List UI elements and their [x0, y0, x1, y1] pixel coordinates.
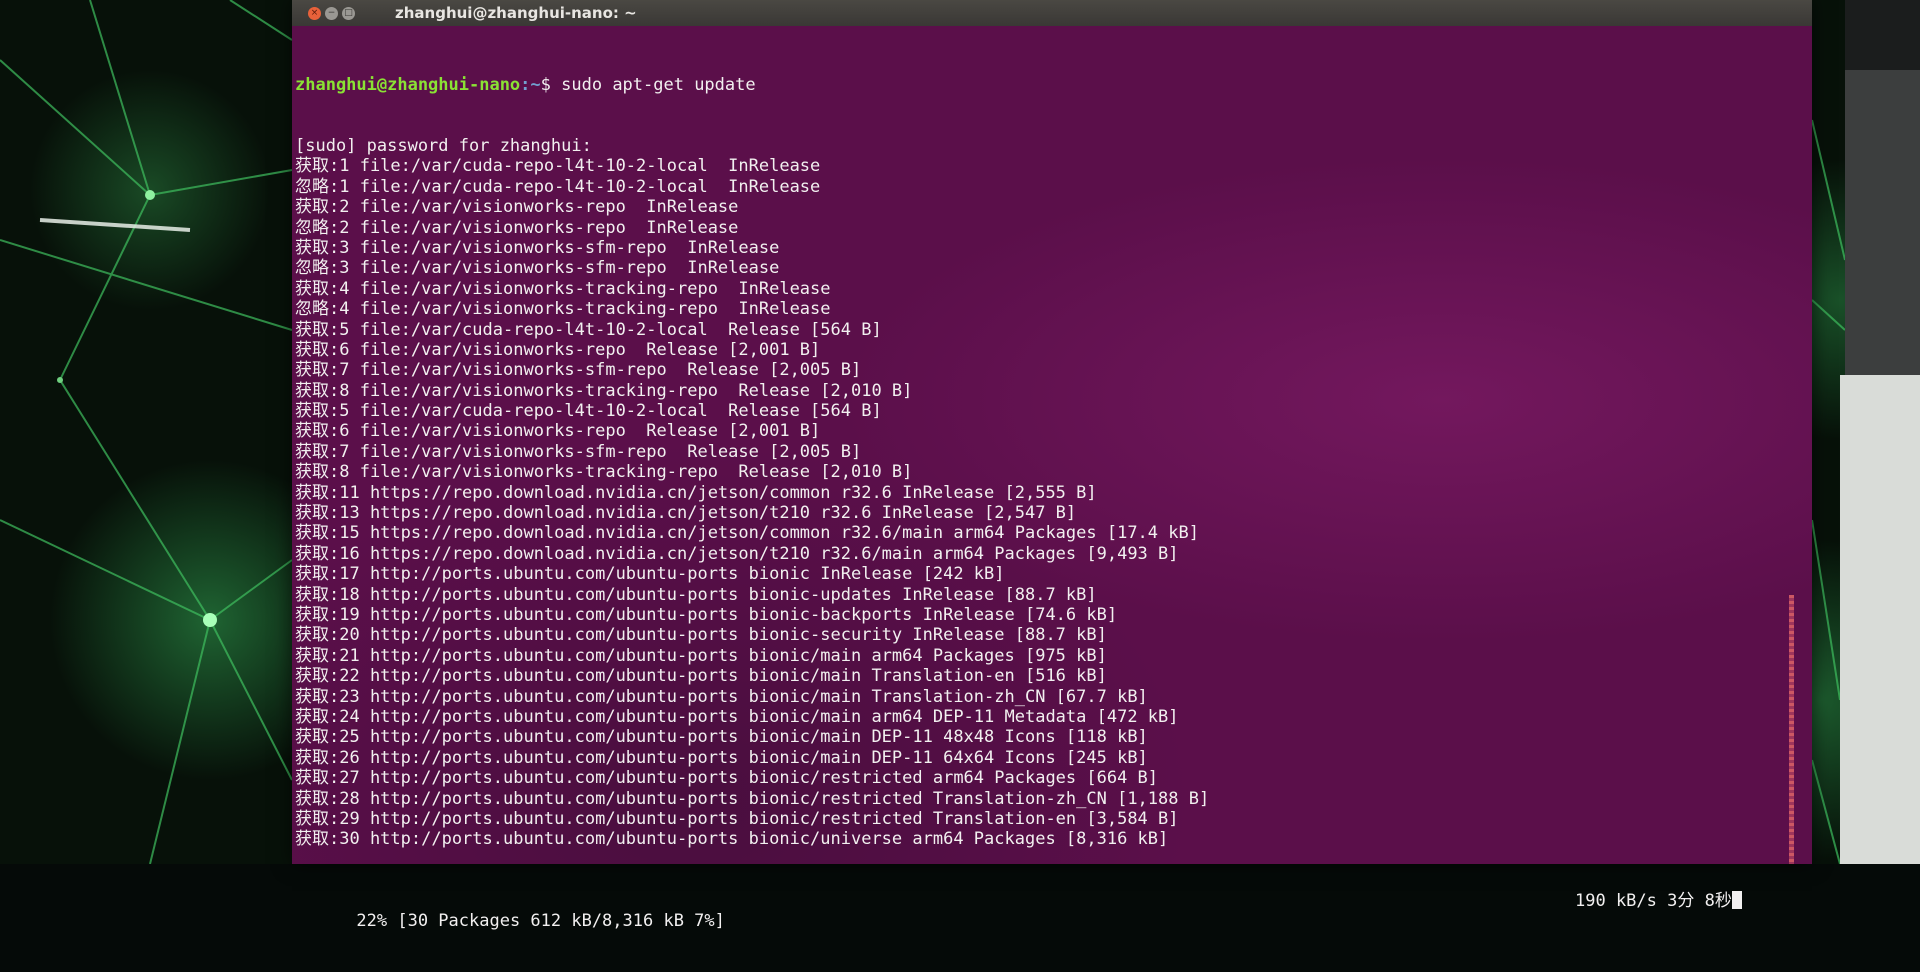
output-line: 获取:7 file:/var/visionworks-sfm-repo Rele…: [295, 441, 862, 462]
output-lines: [sudo] password for zhanghui: 获取:1 file:/…: [295, 136, 1795, 850]
progress-status-line: 22% [30 Packages 612 kB/8,316 kB 7%] 190…: [295, 890, 1795, 931]
output-line: 获取:8 file:/var/visionworks-tracking-repo…: [295, 462, 913, 483]
output-line: 获取:11 https://repo.download.nvidia.cn/je…: [295, 482, 1097, 503]
output-line: 获取:7 file:/var/visionworks-sfm-repo Rele…: [295, 360, 862, 381]
output-line: 忽略:4 file:/var/visionworks-tracking-repo…: [295, 299, 831, 320]
terminal-window[interactable]: × − □ zhanghui@zhanghui-nano: ~ zhanghui…: [292, 0, 1812, 931]
prompt-path: :~: [520, 74, 541, 95]
output-line: 获取:13 https://repo.download.nvidia.cn/je…: [295, 503, 1077, 524]
terminal-output[interactable]: zhanghui@zhanghui-nano:~$ sudo apt-get u…: [295, 34, 1795, 931]
minimize-icon[interactable]: −: [325, 6, 338, 20]
background-window-gray: [1845, 70, 1920, 375]
window-title: zhanghui@zhanghui-nano: ~: [395, 4, 637, 22]
output-line: 获取:6 file:/var/visionworks-repo Release …: [295, 339, 821, 360]
download-rate-eta: 190 kB/s 3分 8秒: [1575, 890, 1742, 911]
output-line: 获取:24 http://ports.ubuntu.com/ubuntu-por…: [295, 706, 1179, 727]
output-line: 获取:5 file:/var/cuda-repo-l4t-10-2-local …: [295, 319, 882, 340]
output-line: 获取:3 file:/var/visionworks-sfm-repo InRe…: [295, 237, 780, 258]
background-window-light: [1840, 375, 1920, 864]
output-line: 获取:5 file:/var/cuda-repo-l4t-10-2-local …: [295, 401, 882, 422]
prompt-line: zhanghui@zhanghui-nano:~$ sudo apt-get u…: [295, 75, 1795, 95]
text-cursor: [1731, 890, 1742, 909]
output-line: 获取:20 http://ports.ubuntu.com/ubuntu-por…: [295, 625, 1107, 646]
progress-text: 22% [30 Packages 612 kB/8,316 kB 7%]: [356, 910, 725, 931]
scrollbar[interactable]: [1789, 595, 1794, 864]
output-line: 获取:28 http://ports.ubuntu.com/ubuntu-por…: [295, 788, 1210, 809]
output-line: 忽略:1 file:/var/cuda-repo-l4t-10-2-local …: [295, 176, 821, 197]
output-line: 获取:30 http://ports.ubuntu.com/ubuntu-por…: [295, 829, 1169, 850]
output-line: 获取:16 https://repo.download.nvidia.cn/je…: [295, 543, 1179, 564]
rate-eta-text: 190 kB/s 3分 8秒: [1575, 890, 1732, 911]
output-line: 获取:26 http://ports.ubuntu.com/ubuntu-por…: [295, 747, 1148, 768]
output-line: 获取:25 http://ports.ubuntu.com/ubuntu-por…: [295, 727, 1148, 748]
output-line: [sudo] password for zhanghui:: [295, 136, 592, 157]
output-line: 获取:15 https://repo.download.nvidia.cn/je…: [295, 523, 1199, 544]
output-line: 忽略:2 file:/var/visionworks-repo InReleas…: [295, 217, 739, 238]
output-line: 获取:19 http://ports.ubuntu.com/ubuntu-por…: [295, 605, 1118, 625]
background-window-dark: [1845, 0, 1920, 70]
output-line: 获取:8 file:/var/visionworks-tracking-repo…: [295, 380, 913, 401]
output-line: 获取:27 http://ports.ubuntu.com/ubuntu-por…: [295, 768, 1159, 789]
window-titlebar[interactable]: × − □ zhanghui@zhanghui-nano: ~: [292, 0, 1812, 26]
output-line: 获取:18 http://ports.ubuntu.com/ubuntu-por…: [295, 584, 1097, 605]
output-line: 获取:23 http://ports.ubuntu.com/ubuntu-por…: [295, 686, 1148, 707]
output-line: 获取:22 http://ports.ubuntu.com/ubuntu-por…: [295, 666, 1107, 687]
prompt-command: sudo apt-get update: [561, 74, 756, 95]
close-icon[interactable]: ×: [308, 6, 321, 20]
maximize-icon[interactable]: □: [342, 6, 355, 20]
prompt-symbol: $: [540, 74, 562, 95]
output-line: 获取:1 file:/var/cuda-repo-l4t-10-2-local …: [295, 156, 821, 177]
output-line: 获取:2 file:/var/visionworks-repo InReleas…: [295, 197, 739, 218]
output-line: 获取:4 file:/var/visionworks-tracking-repo…: [295, 278, 831, 299]
output-line: 获取:29 http://ports.ubuntu.com/ubuntu-por…: [295, 808, 1179, 829]
output-line: 忽略:3 file:/var/visionworks-sfm-repo InRe…: [295, 258, 780, 279]
output-line: 获取:6 file:/var/visionworks-repo Release …: [295, 421, 821, 442]
output-line: 获取:21 http://ports.ubuntu.com/ubuntu-por…: [295, 645, 1107, 666]
output-line: 获取:17 http://ports.ubuntu.com/ubuntu-por…: [295, 564, 1005, 585]
prompt-user-host: zhanghui@zhanghui-nano: [295, 74, 521, 95]
